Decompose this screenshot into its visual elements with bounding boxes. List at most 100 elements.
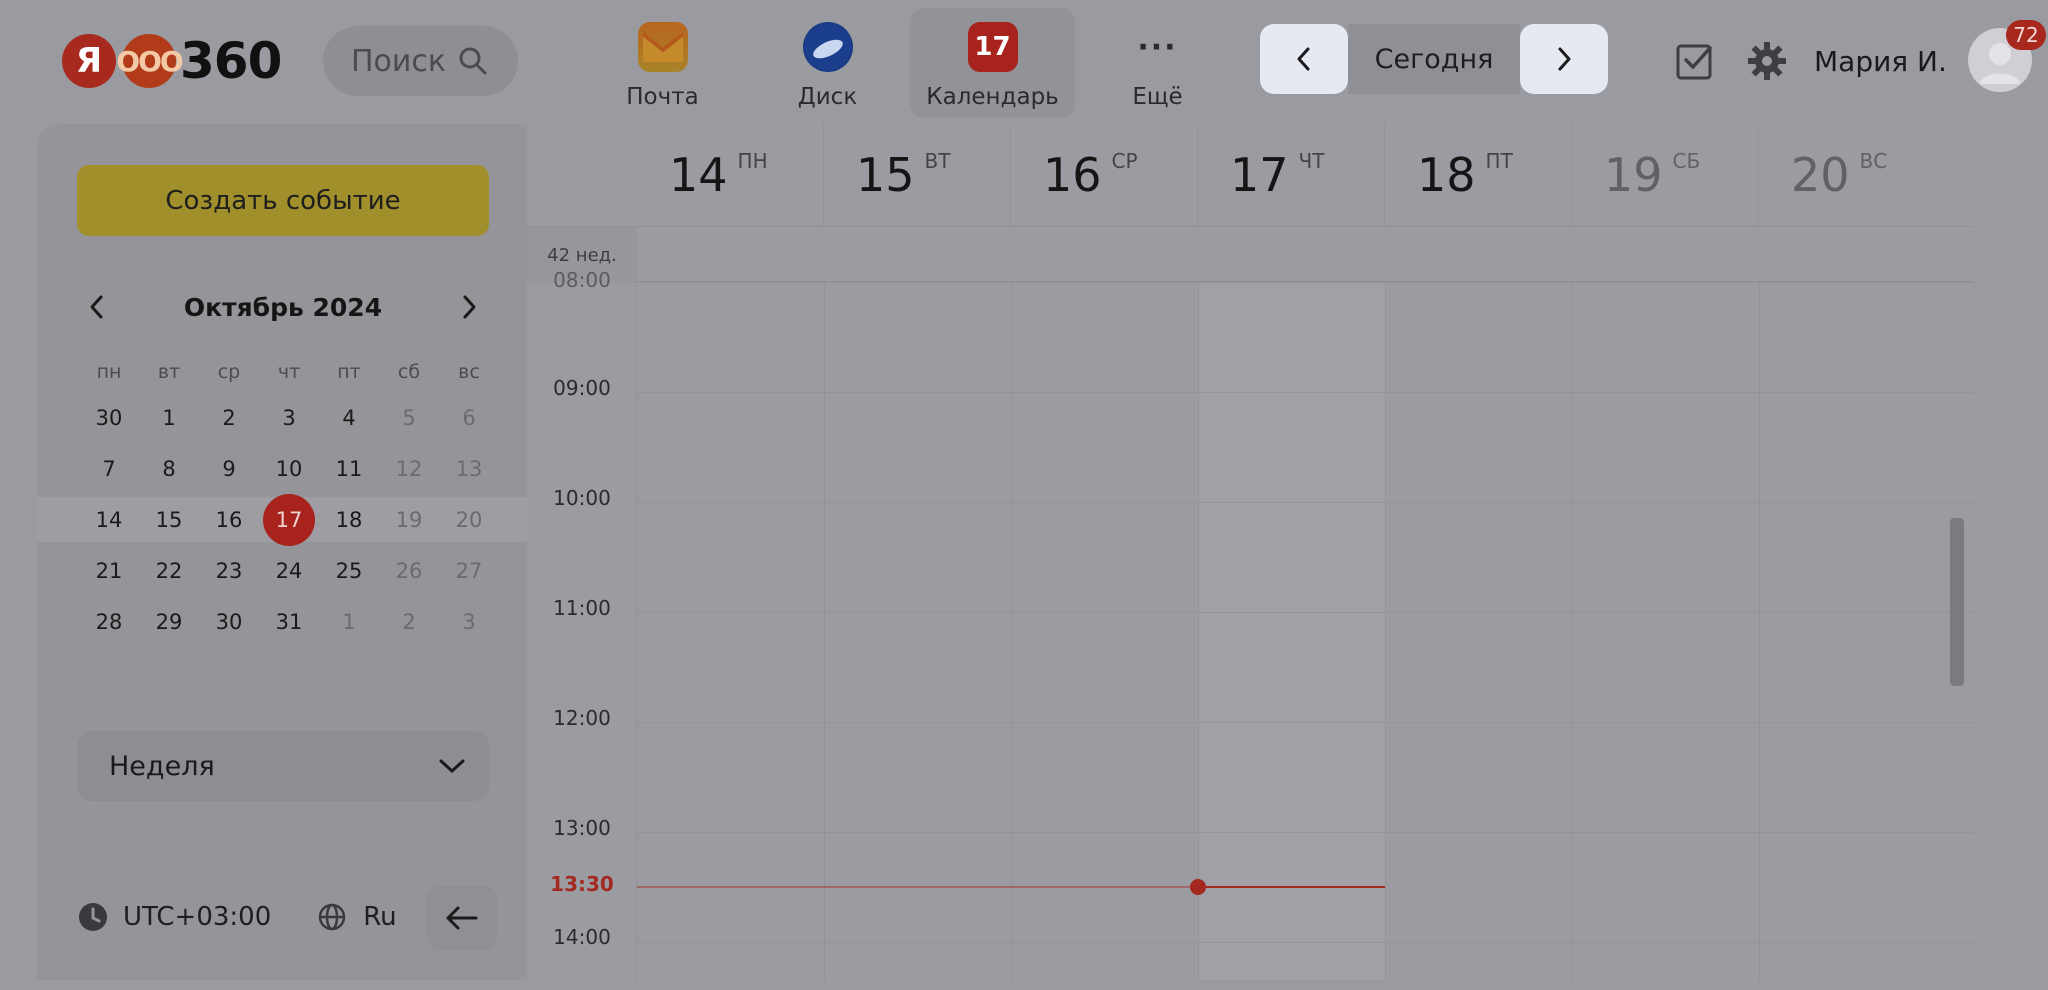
language-selector[interactable]: Ru [317, 902, 397, 932]
timezone-selector[interactable]: UTC+03:00 [77, 901, 271, 933]
hour-line [637, 502, 1974, 503]
mini-day[interactable]: 20 [439, 508, 499, 532]
user-name[interactable]: Мария И. [1814, 45, 1947, 78]
mini-calendar-month: Октябрь 2024 [183, 292, 383, 322]
mini-day[interactable]: 19 [379, 508, 439, 532]
app-more[interactable]: ··· Ещё [1075, 8, 1240, 118]
mini-day[interactable]: 27 [439, 559, 499, 583]
mini-day[interactable]: 1 [319, 610, 379, 634]
mini-day[interactable]: 1 [139, 406, 199, 430]
mini-weekday: чт [277, 361, 301, 383]
top-header: Я ООО 360 Поиск Почта Диск 17 Календарь [0, 0, 2048, 124]
current-time-line-past [637, 886, 1198, 888]
chevron-down-icon [439, 759, 465, 773]
mini-day[interactable]: 29 [139, 610, 199, 634]
app-mail[interactable]: Почта [580, 8, 745, 118]
mini-day[interactable]: 24 [259, 559, 319, 583]
mini-day[interactable]: 4 [319, 406, 379, 430]
mini-day[interactable]: 11 [319, 457, 379, 481]
globe-icon [319, 903, 346, 931]
mini-day[interactable]: 13 [439, 457, 499, 481]
mini-day[interactable]: 31 [259, 610, 319, 634]
day-number: 19 [1604, 148, 1663, 202]
day-header[interactable]: 14 ПН [637, 124, 824, 226]
time-label: 12:00 [553, 706, 611, 730]
header-right-tools: Мария И. [1670, 26, 1947, 96]
mini-day[interactable]: 18 [319, 508, 379, 532]
app-calendar[interactable]: 17 Календарь [910, 8, 1075, 118]
current-time-dot [1190, 879, 1206, 895]
mini-next-month-button[interactable] [449, 287, 489, 327]
prev-week-button[interactable] [1260, 24, 1348, 94]
day-header[interactable]: 16 СР [1011, 124, 1198, 226]
day-name: ПТ [1485, 149, 1513, 173]
today-button[interactable]: Сегодня [1348, 24, 1520, 94]
mini-calendar-header: Октябрь 2024 [77, 287, 489, 327]
yandex-360-logo[interactable]: Я ООО 360 [62, 32, 282, 90]
mini-prev-month-button[interactable] [77, 287, 117, 327]
calendar-card: Создать событие Октябрь 2024 пн вт ср чт… [37, 124, 1974, 980]
mini-day[interactable]: 26 [379, 559, 439, 583]
day-header[interactable]: 15 ВТ [824, 124, 1011, 226]
create-event-button[interactable]: Создать событие [77, 165, 489, 236]
app-disk[interactable]: Диск [745, 8, 910, 118]
settings-button[interactable] [1742, 36, 1792, 86]
checkbox-icon [1676, 44, 1712, 80]
mini-day[interactable]: 6 [439, 406, 499, 430]
mini-day[interactable]: 2 [379, 610, 439, 634]
mini-day[interactable]: 14 [79, 508, 139, 532]
chevron-left-icon [90, 295, 103, 319]
today-marker: 17 [263, 493, 315, 546]
app-label-more: Ещё [1132, 84, 1183, 110]
mini-day[interactable]: 21 [79, 559, 139, 583]
language-label: Ru [363, 902, 397, 932]
mini-day[interactable]: 22 [139, 559, 199, 583]
day-number: 14 [669, 148, 728, 202]
view-mode-select[interactable]: Неделя [77, 731, 489, 801]
logo-ya-mark: Я [62, 34, 116, 88]
time-label: 14:00 [553, 925, 611, 949]
time-grid[interactable] [637, 282, 1974, 980]
mini-day[interactable]: 16 [199, 508, 259, 532]
current-time-line [1198, 886, 1385, 888]
mini-day-today[interactable]: 17 [259, 493, 319, 546]
todo-button[interactable] [1670, 36, 1720, 86]
mini-day[interactable]: 30 [199, 610, 259, 634]
day-header-weekend[interactable]: 20 ВС [1759, 124, 1974, 226]
mini-day[interactable]: 2 [199, 406, 259, 430]
mini-day[interactable]: 30 [79, 406, 139, 430]
mini-day[interactable]: 12 [379, 457, 439, 481]
day-header-today[interactable]: 17 ЧТ [1198, 124, 1385, 226]
mini-day[interactable]: 25 [319, 559, 379, 583]
search-field[interactable]: Поиск [323, 26, 518, 96]
day-header[interactable]: 18 ПТ [1385, 124, 1572, 226]
hour-line [637, 832, 1974, 833]
mini-day[interactable]: 3 [439, 610, 499, 634]
sidebar: Создать событие Октябрь 2024 пн вт ср чт… [37, 124, 527, 980]
day-header-weekend[interactable]: 19 СБ [1572, 124, 1759, 226]
mini-weekday-row: пн вт ср чт пт сб вс [79, 352, 499, 392]
next-week-button[interactable] [1520, 24, 1608, 94]
mini-day[interactable]: 7 [79, 457, 139, 481]
mini-day[interactable]: 15 [139, 508, 199, 532]
more-icon: ··· [1137, 29, 1178, 65]
mini-day[interactable]: 23 [199, 559, 259, 583]
mini-weekday: вс [458, 361, 480, 383]
mini-day[interactable]: 5 [379, 406, 439, 430]
mini-day[interactable]: 10 [259, 457, 319, 481]
vertical-scrollbar[interactable] [1950, 518, 1964, 686]
day-number: 18 [1417, 148, 1476, 202]
mini-weekday: сб [397, 361, 421, 383]
mini-day[interactable]: 9 [199, 457, 259, 481]
week-view: 14 ПН 15 ВТ 16 СР 17 ЧТ 18 ПТ 19 СБ 20 В… [527, 124, 1974, 980]
disk-icon [802, 22, 853, 72]
mini-day[interactable]: 28 [79, 610, 139, 634]
mini-weekday: пн [96, 361, 122, 383]
mini-day[interactable]: 3 [259, 406, 319, 430]
mini-day[interactable]: 8 [139, 457, 199, 481]
collapse-sidebar-button[interactable] [427, 886, 497, 950]
time-label: 09:00 [553, 376, 611, 400]
day-name: ВТ [924, 149, 951, 173]
mini-weekday: пт [337, 361, 361, 383]
all-day-row: 42 нед. [527, 226, 1974, 283]
